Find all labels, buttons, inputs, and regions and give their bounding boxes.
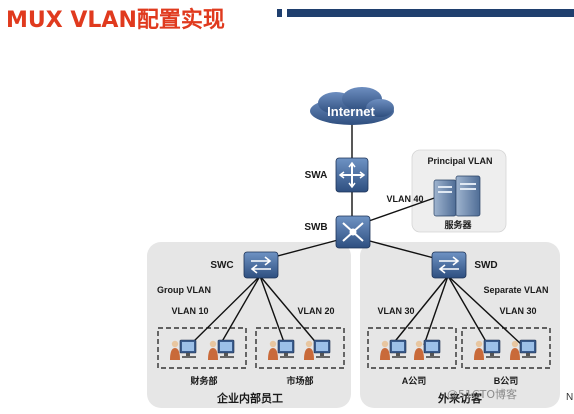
vlan40-label: VLAN 40	[386, 194, 423, 204]
switch-icon	[431, 251, 467, 279]
vlan20-label: VLAN 20	[297, 306, 334, 316]
marketing-label: 市场部	[286, 375, 313, 386]
finance-label: 财务部	[189, 375, 217, 386]
swc-label: SWC	[210, 260, 233, 271]
internet-label: Internet	[327, 104, 375, 119]
network-diagram: Internet SWA SWB Principal VLAN VLAN 40 …	[147, 87, 560, 408]
company-a-label: A公司	[402, 376, 427, 386]
vlan30-left-label: VLAN 30	[377, 306, 414, 316]
principal-vlan-label: Principal VLAN	[427, 156, 492, 166]
switch-icon	[243, 251, 279, 279]
router-icon	[335, 157, 369, 193]
server-label: 服务器	[444, 219, 472, 230]
swa-label: SWA	[305, 170, 328, 181]
core-switch-icon	[335, 215, 371, 249]
watermark: @51CTO博客	[447, 388, 518, 401]
vlan30-right-label: VLAN 30	[499, 306, 536, 316]
server-icon	[433, 175, 481, 217]
company-b-label: B公司	[494, 376, 519, 386]
separate-vlan-label: Separate VLAN	[483, 285, 548, 295]
swd-label: SWD	[474, 260, 497, 271]
employees-label: 企业内部员工	[216, 391, 283, 405]
swb-label: SWB	[304, 222, 327, 233]
vlan10-label: VLAN 10	[171, 306, 208, 316]
edge-letter: N	[566, 392, 574, 403]
user-pc-icon	[169, 339, 537, 361]
group-vlan-label: Group VLAN	[157, 285, 211, 295]
